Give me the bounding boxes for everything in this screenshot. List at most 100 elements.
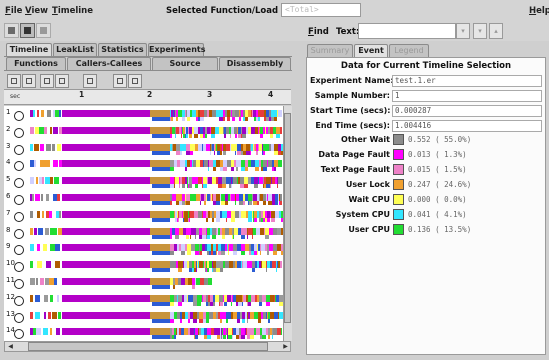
timeline-segment[interactable]	[54, 177, 59, 184]
menu-help[interactable]: Help	[529, 6, 549, 16]
tab-experiments[interactable]: Experiments	[148, 43, 206, 56]
timeline-segment[interactable]	[30, 228, 33, 235]
timeline-segment[interactable]	[280, 201, 282, 205]
timeline-segment[interactable]	[152, 285, 170, 289]
timeline-segment[interactable]	[152, 167, 170, 171]
event-field-value[interactable]: 1	[392, 90, 542, 102]
timeline-segment[interactable]	[195, 184, 198, 188]
timeline-segment[interactable]	[274, 117, 277, 121]
timeline-segment[interactable]	[196, 268, 197, 272]
timeline-segment[interactable]	[170, 134, 172, 138]
timeline-segment[interactable]	[30, 177, 34, 184]
tab-source[interactable]: Source	[152, 57, 218, 70]
timeline-segment[interactable]	[280, 127, 282, 134]
timeline-segment[interactable]	[235, 134, 237, 138]
timeline-segment[interactable]	[174, 184, 175, 188]
timeline-segment[interactable]	[254, 184, 258, 188]
tab-event[interactable]: Event	[354, 44, 388, 57]
timeline-segment[interactable]	[152, 302, 170, 306]
timeline-segment[interactable]	[224, 302, 227, 306]
timeline-segment[interactable]	[271, 218, 275, 222]
timeline-segment[interactable]	[45, 160, 50, 167]
timeline-segment[interactable]	[186, 235, 189, 239]
find-input[interactable]	[358, 23, 456, 39]
selected-object-field[interactable]: <Total>	[281, 3, 361, 17]
timeline-segment[interactable]	[152, 134, 170, 138]
timeline-segment[interactable]	[53, 160, 58, 167]
timeline-segment[interactable]	[265, 235, 269, 239]
timeline-segment[interactable]	[170, 201, 172, 205]
timeline-segment[interactable]	[235, 151, 236, 155]
timeline-segment[interactable]	[200, 251, 202, 255]
timeline-segment[interactable]	[197, 302, 201, 306]
timeline-segment[interactable]	[62, 127, 150, 134]
timeline-segment[interactable]	[152, 184, 170, 188]
timeline-segment[interactable]	[280, 261, 282, 268]
scroll-left-arrow[interactable]: ◀	[6, 342, 15, 351]
timeline-segment[interactable]	[185, 167, 187, 171]
timeline-segment[interactable]	[233, 251, 237, 255]
timeline-segment[interactable]	[244, 184, 248, 188]
timeline-segment[interactable]	[247, 319, 248, 323]
timeline-segment[interactable]	[240, 117, 241, 121]
timeline-segment[interactable]	[250, 335, 254, 339]
timeline-segment[interactable]	[38, 228, 43, 235]
horizontal-scroll-thumb[interactable]	[28, 342, 268, 351]
timeline-segment[interactable]	[170, 251, 174, 255]
timeline-segment[interactable]	[44, 127, 47, 134]
timeline-segment[interactable]	[50, 295, 53, 302]
timeline-segment[interactable]	[150, 160, 170, 167]
timeline-segment[interactable]	[216, 251, 217, 255]
timeline-segment[interactable]	[220, 268, 223, 272]
timeline-segment[interactable]	[150, 194, 170, 201]
timeline-segment[interactable]	[42, 177, 44, 184]
timeline-segment[interactable]	[192, 285, 195, 289]
timeline-segment[interactable]	[189, 184, 192, 188]
timeline-segment[interactable]	[225, 201, 228, 205]
timeline-segment[interactable]	[270, 184, 271, 188]
timeline-segment[interactable]	[232, 335, 233, 339]
timeline-segment[interactable]	[223, 335, 226, 339]
tab-functions[interactable]: Functions	[6, 57, 66, 70]
timeline-segment[interactable]	[150, 127, 170, 134]
timeline-segment[interactable]	[180, 151, 182, 155]
timeline-segment[interactable]	[37, 244, 40, 251]
timeline-segment[interactable]	[187, 251, 191, 255]
timeline-segment[interactable]	[44, 312, 46, 319]
timeline-segment[interactable]	[186, 201, 190, 205]
timeline-segment[interactable]	[278, 160, 282, 167]
timeline-segment[interactable]	[171, 117, 173, 121]
timeline-segment[interactable]	[30, 295, 33, 302]
reset-zoom-button[interactable]	[83, 74, 97, 88]
timeline-segment[interactable]	[62, 328, 150, 335]
timeline-segment[interactable]	[62, 110, 150, 117]
timeline-segment[interactable]	[200, 117, 204, 121]
timeline-segment[interactable]	[57, 144, 61, 151]
timeline-segment[interactable]	[275, 201, 278, 205]
timeline-segment[interactable]	[273, 251, 277, 255]
timeline-segment[interactable]	[258, 319, 261, 323]
timeline-segment[interactable]	[150, 261, 170, 268]
timeline-segment[interactable]	[175, 134, 176, 138]
timeline-segment[interactable]	[200, 201, 201, 205]
previous-event-button[interactable]	[7, 74, 21, 88]
timeline-segment[interactable]	[231, 167, 234, 171]
timeline-segment[interactable]	[232, 117, 235, 121]
timeline-segment[interactable]	[263, 151, 265, 155]
timeline-segment[interactable]	[224, 134, 226, 138]
timeline-segment[interactable]	[40, 278, 44, 285]
timeline-segment[interactable]	[189, 134, 192, 138]
event-field-value[interactable]: 1.004416	[392, 120, 542, 132]
timeline-segment[interactable]	[150, 278, 170, 285]
timeline-segment[interactable]	[152, 251, 170, 255]
timeline-segment[interactable]	[231, 184, 232, 188]
timeline-segment[interactable]	[257, 251, 258, 255]
vertical-scroll-thumb[interactable]	[284, 113, 291, 323]
timeline-segment[interactable]	[237, 319, 240, 323]
timeline-segment[interactable]	[150, 228, 170, 235]
timeline-segment[interactable]	[150, 211, 170, 218]
timeline-segment[interactable]	[212, 235, 216, 239]
timeline-segment[interactable]	[57, 194, 60, 201]
timeline-segment[interactable]	[152, 151, 170, 155]
timeline-segment[interactable]	[34, 160, 36, 167]
